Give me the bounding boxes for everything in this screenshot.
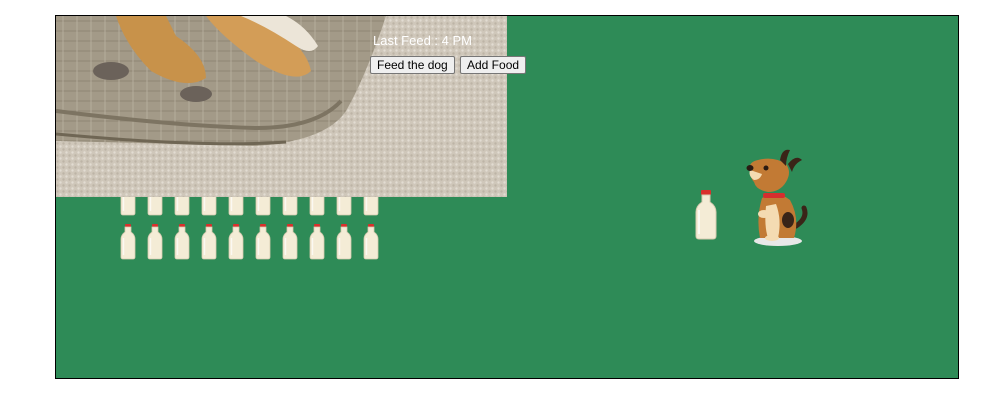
feed-dog-button[interactable]: Feed the dog [370,56,455,74]
milk-bottle-icon [201,224,217,260]
milk-bottle-icon [336,224,352,260]
last-feed-label: Last Feed : 4 PM [373,33,472,48]
dog-sitting-icon [746,149,808,246]
milk-bottle-icon [255,224,271,260]
add-food-button[interactable]: Add Food [460,56,527,74]
milk-bottle-icon [695,190,717,240]
milk-bottle-icon [174,224,190,260]
milk-bottle-icon [147,224,163,260]
game-canvas: Last Feed : 4 PM Feed the dog Add Food [55,15,959,379]
milk-bottle-icon [228,224,244,260]
milk-bottle-icon [120,224,136,260]
milk-bottle-icon [282,224,298,260]
milk-bottle-icon [309,224,325,260]
milk-bottle-icon [363,224,379,260]
